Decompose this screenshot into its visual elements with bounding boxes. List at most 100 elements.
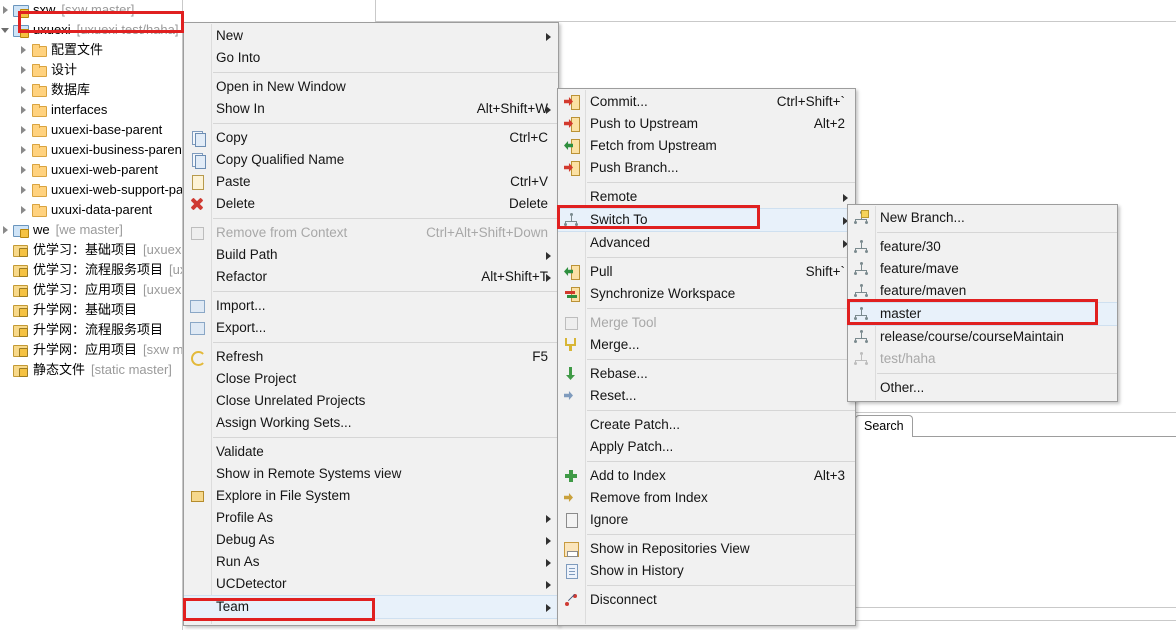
- tree-item[interactable]: uxuexi-base-parent: [0, 120, 182, 140]
- menu-item-label: Add to Index: [590, 468, 666, 483]
- menu-item-feature-maven[interactable]: feature/maven: [848, 280, 1117, 302]
- tree-item[interactable]: 设计: [0, 60, 182, 80]
- menu-item-go-into[interactable]: Go Into: [184, 47, 558, 69]
- tree-item[interactable]: 数据库: [0, 80, 182, 100]
- tree-item-decoration: [uxuexi test/haha]: [76, 22, 179, 37]
- menu-item-show-in-remote-systems-view[interactable]: Show in Remote Systems view: [184, 463, 558, 485]
- menu-item-remove-from-context: Remove from Context Ctrl+Alt+Shift+Down: [184, 222, 558, 244]
- menu-item-advanced[interactable]: Advanced: [558, 232, 855, 254]
- menu-item-delete[interactable]: Delete Delete: [184, 193, 558, 215]
- chevron-right-icon[interactable]: [0, 220, 12, 240]
- menu-item-refactor[interactable]: Refactor Alt+Shift+T: [184, 266, 558, 288]
- chevron-right-icon[interactable]: [18, 100, 30, 120]
- folder-icon: [30, 102, 48, 118]
- submenu-arrow-icon: [546, 537, 551, 545]
- menu-item-release-course-coursemaintain[interactable]: release/course/courseMaintain: [848, 326, 1117, 348]
- menu-item-team[interactable]: Team: [184, 595, 558, 619]
- menu-item-paste[interactable]: Paste Ctrl+V: [184, 171, 558, 193]
- chevron-right-icon[interactable]: [0, 0, 12, 20]
- menu-item-explore-in-file-system[interactable]: Explore in File System: [184, 485, 558, 507]
- menu-item-pull[interactable]: Pull Shift+`: [558, 261, 855, 283]
- switch-to-submenu[interactable]: New Branch... feature/30 feature/mave featu…: [847, 204, 1118, 402]
- menu-item-synchronize-workspace[interactable]: Synchronize Workspace: [558, 283, 855, 305]
- menu-item-push-branch[interactable]: Push Branch...: [558, 157, 855, 179]
- tree-item[interactable]: 升学网：流程服务项目: [0, 320, 182, 340]
- menu-item-create-patch[interactable]: Create Patch...: [558, 414, 855, 436]
- tab-search[interactable]: Search: [855, 415, 913, 437]
- menu-item-merge[interactable]: Merge...: [558, 334, 855, 356]
- menu-item-fetch-from-upstream[interactable]: Fetch from Upstream: [558, 135, 855, 157]
- tree-item[interactable]: uxuexi [uxuexi test/haha]: [0, 20, 182, 40]
- chevron-right-icon[interactable]: [18, 200, 30, 220]
- tree-item[interactable]: 优学习：基础项目 [uxuexi test: [0, 240, 182, 260]
- menu-item-other[interactable]: Other...: [848, 377, 1117, 399]
- team-submenu[interactable]: Commit... Ctrl+Shift+` Push to Upstream Alt…: [557, 88, 856, 626]
- menu-item-switch-to[interactable]: Switch To: [558, 208, 855, 232]
- tree-item[interactable]: interfaces: [0, 100, 182, 120]
- tree-item[interactable]: uxuexi-business-parent: [0, 140, 182, 160]
- menu-item-master[interactable]: master: [848, 302, 1117, 326]
- menu-item-accelerator: Ctrl+Shift+`: [776, 94, 845, 109]
- tree-item[interactable]: 优学习：流程服务项目 [uxue: [0, 260, 182, 280]
- menu-item-apply-patch[interactable]: Apply Patch...: [558, 436, 855, 458]
- menu-item-validate[interactable]: Validate: [184, 441, 558, 463]
- chevron-right-icon[interactable]: [18, 60, 30, 80]
- chevron-right-icon[interactable]: [18, 40, 30, 60]
- menu-item-disconnect[interactable]: Disconnect: [558, 589, 855, 611]
- menu-item-new[interactable]: New: [184, 25, 558, 47]
- menu-item-show-in[interactable]: Show In Alt+Shift+W: [184, 98, 558, 120]
- menu-item-label: Reset...: [590, 388, 637, 403]
- menu-item-copy-qualified-name[interactable]: Copy Qualified Name: [184, 149, 558, 171]
- chevron-down-icon[interactable]: [0, 20, 12, 40]
- tree-item[interactable]: uxuexi-web-support-parent: [0, 180, 182, 200]
- menu-item-remove-from-index[interactable]: Remove from Index: [558, 487, 855, 509]
- menu-item-copy[interactable]: Copy Ctrl+C: [184, 127, 558, 149]
- tree-item[interactable]: 优学习：应用项目 [uxuexi test: [0, 280, 182, 300]
- menu-item-assign-working-sets[interactable]: Assign Working Sets...: [184, 412, 558, 434]
- menu-item-refresh[interactable]: Refresh F5: [184, 346, 558, 368]
- tree-item[interactable]: uxuexi-web-parent: [0, 160, 182, 180]
- menu-item-show-in-repositories-view[interactable]: Show in Repositories View: [558, 538, 855, 560]
- tree-item-decoration: [we master]: [55, 222, 123, 237]
- menu-item-remote[interactable]: Remote: [558, 186, 855, 208]
- tree-item[interactable]: 升学网：应用项目 [sxw master: [0, 340, 182, 360]
- menu-item-label: Open in New Window: [216, 79, 346, 94]
- tree-item[interactable]: 升学网：基础项目: [0, 300, 182, 320]
- menu-item-push-to-upstream[interactable]: Push to Upstream Alt+2: [558, 113, 855, 135]
- menu-item-new-branch[interactable]: New Branch...: [848, 207, 1117, 229]
- tree-item[interactable]: sxw [sxw master]: [0, 0, 182, 20]
- tree-item[interactable]: 静态文件 [static master]: [0, 360, 182, 380]
- menu-item-import[interactable]: Import...: [184, 295, 558, 317]
- chevron-right-icon[interactable]: [18, 160, 30, 180]
- tree-item-label: uxuexi: [33, 22, 71, 37]
- chevron-right-icon[interactable]: [18, 180, 30, 200]
- project-context-menu[interactable]: New Go Into Open in New Window Show In Alt+S…: [183, 22, 559, 626]
- chevron-right-icon[interactable]: [18, 120, 30, 140]
- project-explorer[interactable]: sxw [sxw master] uxuexi [uxuexi test/haha] 配…: [0, 0, 182, 630]
- chevron-right-icon[interactable]: [18, 80, 30, 100]
- tree-item[interactable]: uxuxi-data-parent: [0, 200, 182, 220]
- menu-item-add-to-index[interactable]: Add to Index Alt+3: [558, 465, 855, 487]
- menu-item-export[interactable]: Export...: [184, 317, 558, 339]
- menu-item-profile-as[interactable]: Profile As: [184, 507, 558, 529]
- menu-item-show-in-history[interactable]: Show in History: [558, 560, 855, 582]
- chevron-right-icon[interactable]: [18, 140, 30, 160]
- menu-separator: [213, 218, 558, 219]
- menu-item-debug-as[interactable]: Debug As: [184, 529, 558, 551]
- menu-item-close-unrelated-projects[interactable]: Close Unrelated Projects: [184, 390, 558, 412]
- menu-item-open-in-new-window[interactable]: Open in New Window: [184, 76, 558, 98]
- menu-item-commit[interactable]: Commit... Ctrl+Shift+`: [558, 91, 855, 113]
- menu-item-feature-mave[interactable]: feature/mave: [848, 258, 1117, 280]
- tree-item[interactable]: we [we master]: [0, 220, 182, 240]
- menu-item-feature-30[interactable]: feature/30: [848, 236, 1117, 258]
- menu-item-run-as[interactable]: Run As: [184, 551, 558, 573]
- add-to-index-icon: [563, 468, 579, 484]
- menu-item-label: Rebase...: [590, 366, 648, 381]
- menu-item-reset[interactable]: Reset...: [558, 385, 855, 407]
- menu-item-ucdetector[interactable]: UCDetector: [184, 573, 558, 595]
- menu-item-rebase[interactable]: Rebase...: [558, 363, 855, 385]
- menu-item-ignore[interactable]: Ignore: [558, 509, 855, 531]
- menu-item-close-project[interactable]: Close Project: [184, 368, 558, 390]
- tree-item[interactable]: 配置文件: [0, 40, 182, 60]
- menu-item-build-path[interactable]: Build Path: [184, 244, 558, 266]
